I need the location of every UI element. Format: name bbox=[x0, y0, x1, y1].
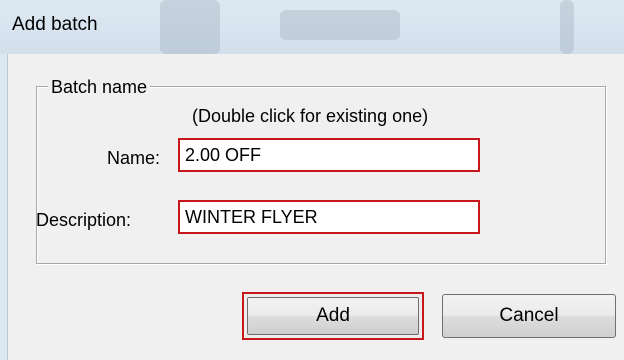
add-button[interactable]: Add bbox=[242, 292, 424, 340]
dialog-client-area: Batch name (Double click for existing on… bbox=[8, 54, 624, 360]
cancel-button[interactable]: Cancel bbox=[442, 294, 616, 338]
background-blur bbox=[280, 10, 400, 40]
add-batch-dialog: Add batch Batch name (Double click for e… bbox=[0, 0, 624, 360]
description-field[interactable] bbox=[178, 200, 480, 234]
name-label: Name: bbox=[107, 148, 161, 168]
name-input[interactable] bbox=[183, 143, 477, 167]
background-blur bbox=[160, 0, 220, 54]
description-label: Description: bbox=[36, 210, 132, 230]
groupbox-legend: Batch name bbox=[48, 77, 151, 98]
existing-batch-hint: (Double click for existing one) bbox=[192, 106, 429, 126]
background-blur bbox=[560, 0, 574, 54]
window-title: Add batch bbox=[12, 14, 98, 35]
description-input[interactable] bbox=[183, 205, 477, 229]
name-field[interactable] bbox=[178, 138, 480, 172]
title-bar[interactable]: Add batch bbox=[0, 0, 624, 54]
add-button-label: Add bbox=[247, 297, 419, 335]
window-frame-left bbox=[0, 54, 8, 360]
